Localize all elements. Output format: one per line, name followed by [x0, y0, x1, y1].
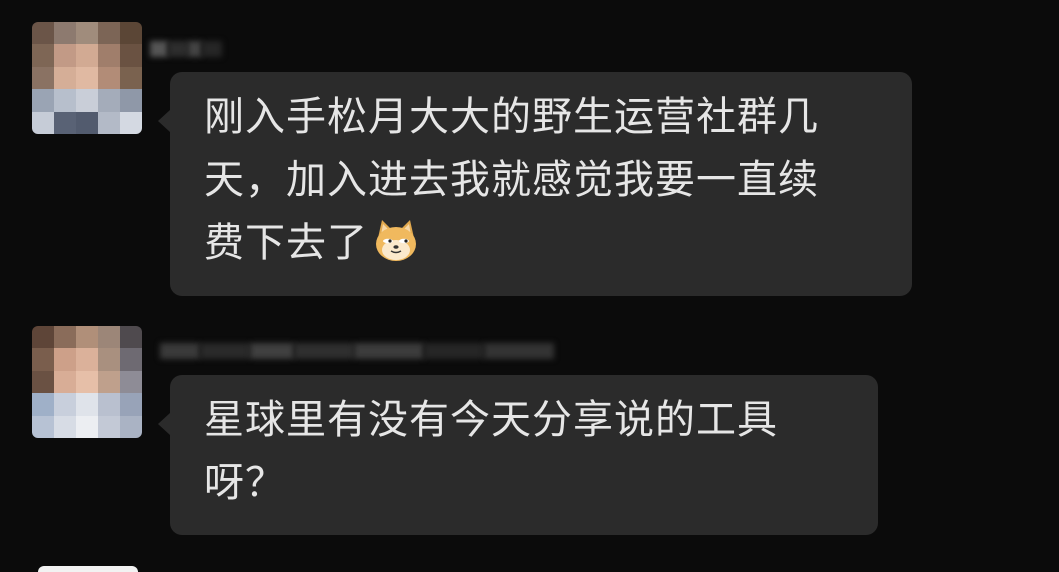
- message-text-line: 呀？: [204, 460, 286, 506]
- message-text-line: 费下去了: [204, 220, 368, 266]
- message-text-line-with-emoji: 费下去了: [204, 212, 882, 275]
- doge-emoji-icon: [376, 220, 416, 261]
- sender-name-blurred: [160, 336, 554, 366]
- sender-name-blurred: [150, 34, 222, 64]
- message-text-line: 星球里有没有今天分享说的工具: [204, 397, 778, 443]
- message-text-line: 刚入手松月大大的野生运营社群几: [204, 94, 819, 140]
- message-bubble[interactable]: 星球里有没有今天分享说的工具 呀？: [158, 375, 878, 535]
- message-text-line: 天，加入进去我就感觉我要一直续: [204, 157, 819, 203]
- avatar[interactable]: [32, 326, 142, 438]
- next-avatar-partial: [38, 566, 138, 572]
- avatar[interactable]: [32, 22, 142, 134]
- message-bubble[interactable]: 刚入手松月大大的野生运营社群几 天，加入进去我就感觉我要一直续 费下去了: [158, 72, 912, 296]
- chat-thread: 刚入手松月大大的野生运营社群几 天，加入进去我就感觉我要一直续 费下去了 星球里…: [0, 0, 1059, 572]
